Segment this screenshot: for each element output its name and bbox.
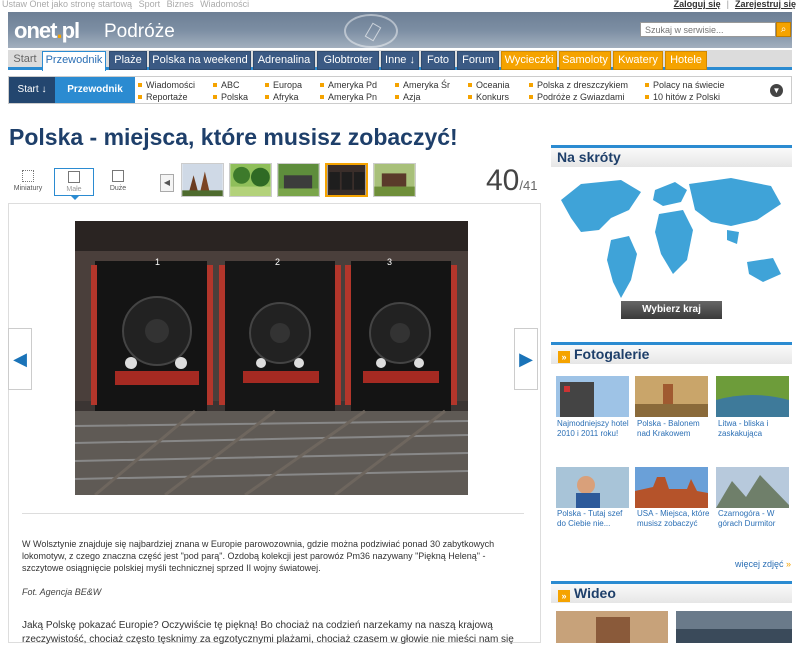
view-mode-thumbnails[interactable]: Miniatury [8,168,48,196]
subnav-link[interactable]: Azja [395,92,421,102]
shed-number: 2 [275,257,280,267]
sidebar-video-header: » Wideo [551,581,792,603]
gallery-item-thumb[interactable] [635,467,708,508]
choose-country-button[interactable]: Wybierz kraj [621,301,722,319]
search-button[interactable]: ⌕ [776,22,791,37]
tab-start[interactable]: Start [10,51,40,70]
wiadomosci-link[interactable]: Wiadomości [200,0,249,9]
section-name: Podróże [104,21,175,42]
top-links: Ustaw Onet jako stronę startową Sport Bi… [2,0,253,9]
prev-photo-button[interactable]: ◀ [8,328,32,390]
tab-inne[interactable]: Inne ↓ [381,51,419,70]
tab-plaze[interactable]: Plaże [109,51,147,70]
chevron-down-icon: » [558,590,570,602]
compass-icon [344,14,398,48]
subnav-link[interactable]: Polacy na świecie [645,80,725,90]
chevron-right-icon: ▶ [519,349,533,369]
gallery-item-thumb[interactable] [716,467,789,508]
subnav-link[interactable]: Reportaże [138,92,188,102]
divider [22,513,524,514]
view-mode-large[interactable]: Duże [98,168,138,196]
gallery-thumb[interactable] [373,163,416,197]
photo-credit: Fot. Agencja BE&W [22,587,102,597]
register-link[interactable]: Zarejestruj się [735,0,796,9]
gallery-item-thumb[interactable] [556,467,629,508]
site-header: onet.pl Podróże ⌕ [8,12,792,48]
subnav-start[interactable]: Start ↓ [9,77,55,103]
gallery-item-caption[interactable]: Najmodniejszy hotel 2010 i 2011 roku! [557,419,633,439]
search-icon: ⌕ [780,24,787,35]
gallery-item-thumb[interactable] [716,376,789,417]
tab-samoloty[interactable]: Samoloty [559,51,611,70]
tab-hotele[interactable]: Hotele [665,51,707,70]
subnav-link[interactable]: Konkurs [467,92,509,102]
login-link[interactable]: Zaloguj się [674,0,721,9]
gallery-item-caption[interactable]: Czarnogóra - W górach Durmitor [718,509,794,529]
next-photo-button[interactable]: ▶ [514,328,538,390]
gallery-item-caption[interactable]: Polska - Tutaj szef do Ciebie nie... [557,509,633,529]
video-thumb[interactable] [676,611,792,643]
subnav-link[interactable]: Polska [212,92,248,102]
biznes-link[interactable]: Biznes [167,0,194,9]
shed-number: 1 [155,257,160,267]
subnav-link[interactable]: Ameryka Pd [319,80,377,90]
tab-adrenalina[interactable]: Adrenalina [253,51,315,70]
more-photos-link[interactable]: więcej zdjęć [735,559,791,569]
gallery-thumb[interactable] [277,163,320,197]
tab-forum[interactable]: Forum [457,51,499,70]
onet-logo[interactable]: onet.pl [14,18,80,44]
set-homepage-link[interactable]: Ustaw Onet jako stronę startową [2,0,132,9]
gallery-thumb-current[interactable] [325,163,368,197]
gallery-item-thumb[interactable] [556,376,629,417]
tab-foto[interactable]: Foto [421,51,455,70]
subnav-link[interactable]: 10 hitów z Polski [644,92,720,102]
account-links: Zaloguj się | Zarejestruj się [673,0,796,9]
chevron-down-icon: » [558,351,570,363]
subnav-link[interactable]: Ameryka Pn [319,92,377,102]
tab-przewodnik[interactable]: Przewodnik [42,51,106,71]
gallery-item-caption[interactable]: Polska - Balonem nad Krakowem [637,419,713,439]
thumbs-prev-button[interactable]: ◀ [160,174,174,192]
article-intro: Jaką Polskę pokazać Europie? Oczywiście … [22,620,514,645]
view-mode-small[interactable]: Małe [54,168,94,200]
chevron-left-icon: ◀ [163,178,171,187]
main-photo: 1 2 3 [75,221,468,495]
search-input[interactable] [640,22,776,37]
gallery-thumb[interactable] [181,163,224,197]
subnav-link[interactable]: Europa [264,80,302,90]
subnav-link[interactable]: Oceania [468,80,510,90]
gallery-item-caption[interactable]: Litwa - bliska i zaskakująca [718,419,794,439]
tab-wycieczki[interactable]: Wycieczki [501,51,557,70]
video-thumb[interactable] [556,611,668,643]
top-utility-bar: Ustaw Onet jako stronę startową Sport Bi… [0,0,800,12]
tab-globtroter[interactable]: Globtroter [317,51,379,70]
subnav-link[interactable]: ABC [213,80,240,90]
photo-counter: 40/41 [486,164,538,197]
chevron-left-icon: ◀ [13,349,27,369]
subnav-link[interactable]: Afryka [265,92,299,102]
subnav-link[interactable]: Ameryka Śr [394,80,450,90]
grid-icon [22,170,34,182]
tab-polska-na-weekend[interactable]: Polska na weekend [149,51,251,70]
gallery-thumb[interactable] [229,163,272,197]
subnav-przewodnik[interactable]: Przewodnik [55,77,135,103]
subnav-link[interactable]: Wiadomości [137,80,195,90]
page-title: Polska - miejsca, które musisz zobaczyć! [9,124,458,150]
shed-number: 3 [387,257,392,267]
sub-nav: Start ↓ Przewodnik Wiadomości Reportaże … [8,76,792,104]
subnav-more-button[interactable]: ▼ [770,84,783,97]
chevron-down-icon: ▼ [772,86,781,95]
gallery-item-caption[interactable]: USA - Miejsca, które musisz zobaczyć [637,509,713,529]
sport-link[interactable]: Sport [139,0,161,9]
gallery-item-thumb[interactable] [635,376,708,417]
subnav-link[interactable]: Podróże z Gwiazdami [529,92,625,102]
main-nav: Start Przewodnik Plaże Polska na weekend… [8,50,792,71]
photo-description: W Wolsztynie znajduje się najbardziej zn… [22,539,495,573]
sidebar-map-header: Na skróty [551,145,792,167]
large-view-icon [112,170,124,182]
tab-kwatery[interactable]: Kwatery [613,51,663,70]
sidebar-gallery-header: » Fotogalerie [551,342,792,364]
small-view-icon [68,171,80,183]
subnav-link[interactable]: Polska z dreszczykiem [528,80,628,90]
